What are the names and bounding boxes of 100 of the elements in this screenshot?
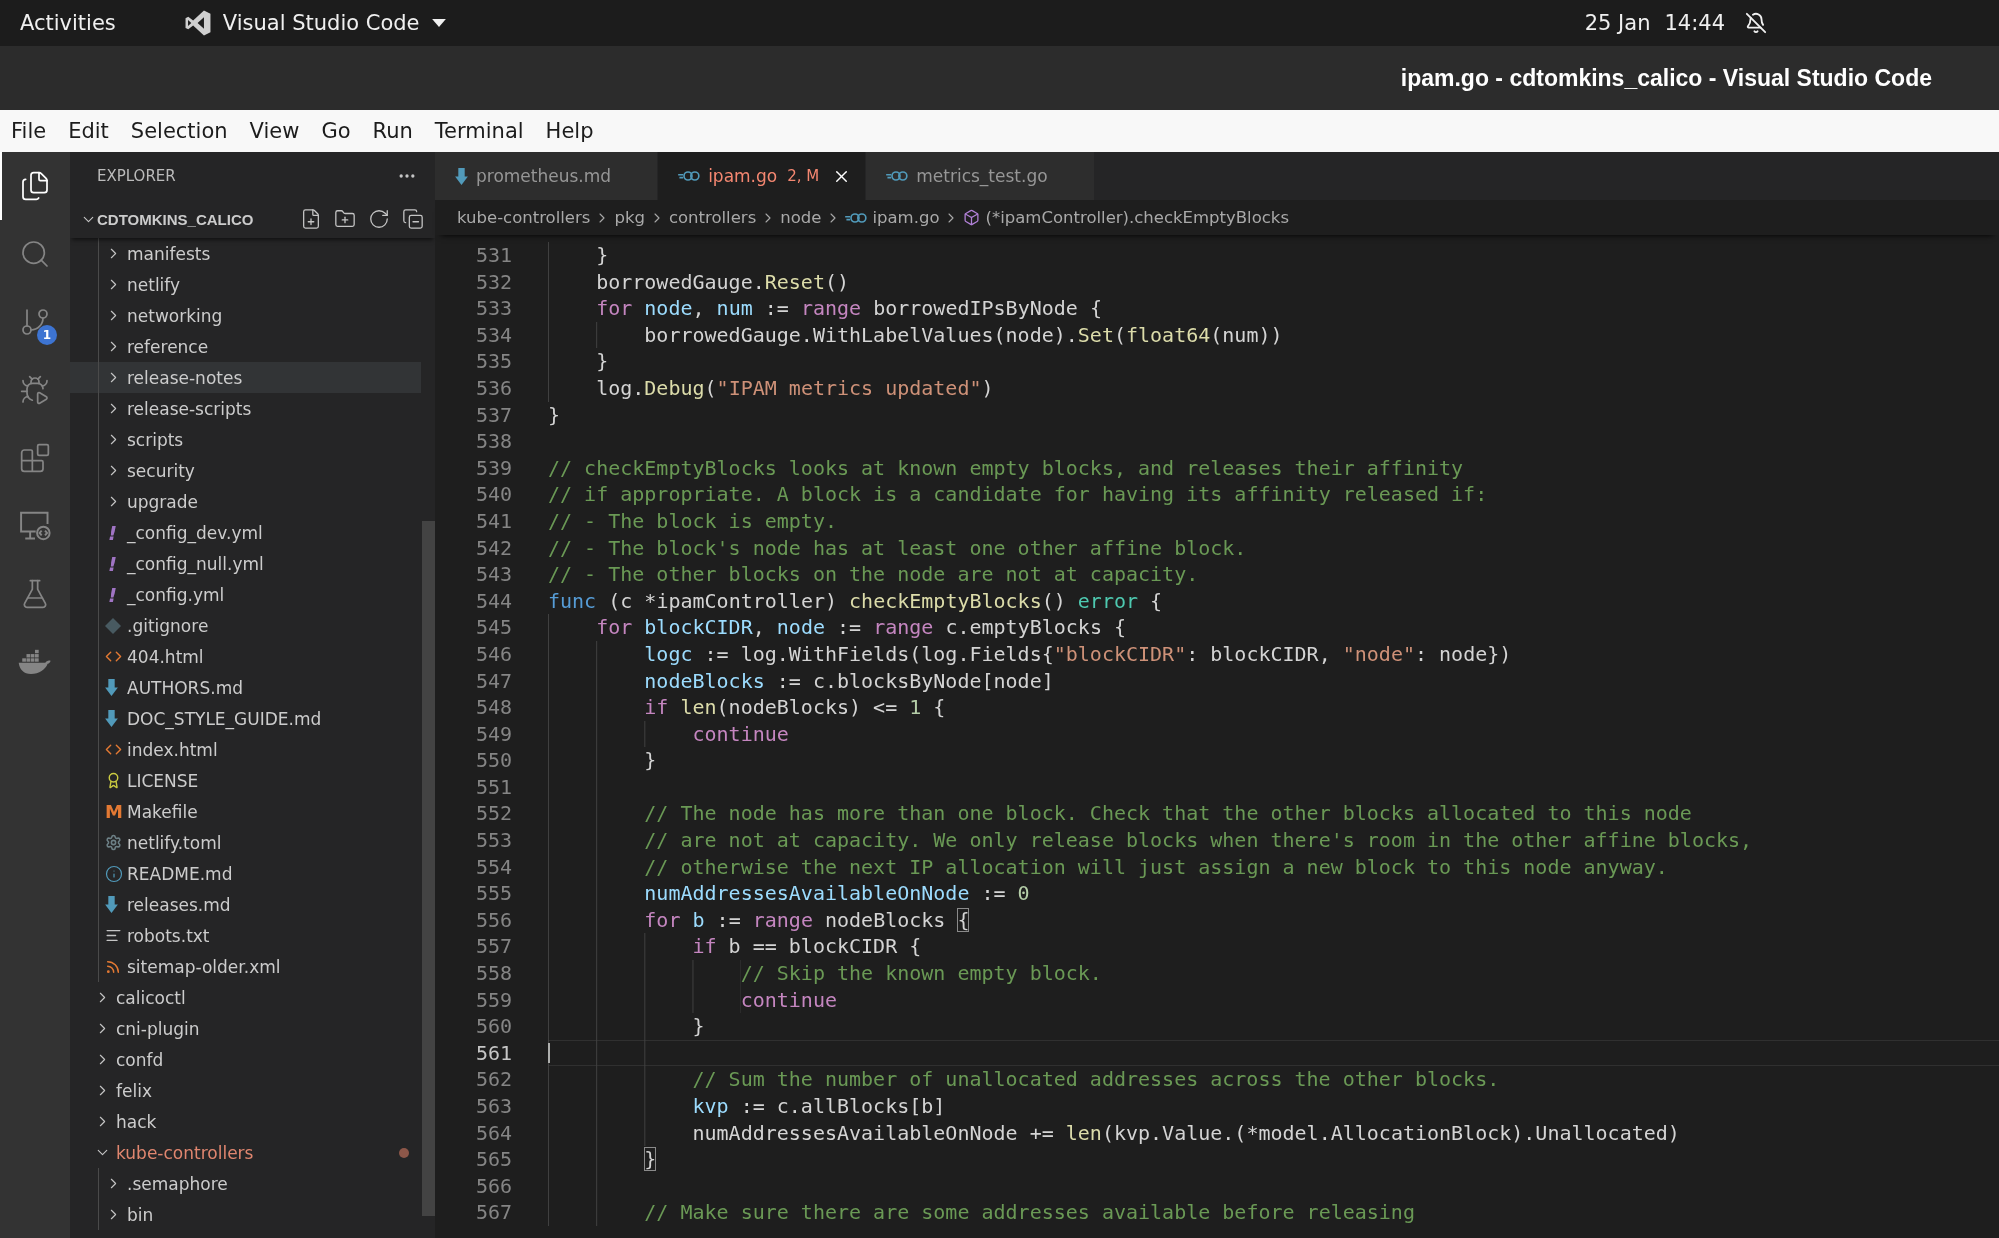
- down-arrow-icon: [105, 710, 118, 727]
- line-number: 567: [474, 1199, 512, 1226]
- clock[interactable]: 25 Jan 14:44: [1584, 0, 1725, 46]
- tree-item[interactable]: index.html: [70, 734, 421, 765]
- menu-item[interactable]: Edit: [57, 110, 120, 152]
- folder-item[interactable]: calicoctl: [70, 982, 421, 1013]
- tree-item[interactable]: M Makefile: [70, 796, 421, 827]
- code-line: for b := range nodeBlocks {: [644, 906, 970, 934]
- new-file-icon[interactable]: [300, 208, 322, 230]
- line-number: 540: [474, 481, 512, 508]
- folder-item[interactable]: upgrade: [70, 486, 421, 517]
- menu-item[interactable]: Help: [534, 110, 605, 152]
- tree-item[interactable]: LICENSE: [70, 765, 421, 796]
- folder-header[interactable]: CDTOMKINS_CALICO: [70, 200, 300, 238]
- code-line: for node, num := range borrowedIPsByNode {: [596, 295, 1102, 322]
- new-folder-icon[interactable]: [334, 208, 356, 230]
- breadcrumb-item[interactable]: pkg: [614, 208, 645, 227]
- tree-item[interactable]: AUTHORS.md: [70, 672, 421, 703]
- sidebar-title: EXPLORER: [97, 167, 176, 185]
- tree-item[interactable]: sitemap-older.xml: [70, 951, 421, 982]
- code-line: // checkEmptyBlocks looks at known empty blocks, and releases their affinity: [548, 454, 1464, 482]
- folder-item[interactable]: felix: [70, 1075, 421, 1106]
- breadcrumb-item[interactable]: kube-controllers: [457, 208, 591, 227]
- breadcrumb-item[interactable]: controllers: [668, 208, 757, 227]
- folder-item[interactable]: networking: [70, 300, 421, 331]
- diamond-icon: [105, 617, 121, 634]
- tree-item[interactable]: README.md: [70, 858, 421, 889]
- tree-item[interactable]: 404.html: [70, 641, 421, 672]
- menu-item[interactable]: View: [238, 110, 311, 152]
- code-line: }: [692, 1013, 705, 1040]
- folder-item[interactable]: netlify: [70, 269, 421, 300]
- breadcrumb-item[interactable]: (*ipamController).checkEmptyBlocks: [963, 208, 1289, 227]
- gear-icon: [105, 834, 122, 851]
- activities-button[interactable]: Activities: [0, 0, 136, 46]
- scrollbar-thumb[interactable]: [422, 521, 435, 1216]
- down-arrow-icon: [105, 896, 118, 913]
- code-line: // if appropriate. A block is a candidate for having its affinity released if:: [548, 481, 1488, 508]
- code-line: numAddressesAvailableOnNode += len(kvp.Value.(*model.AllocationBlock).Unallocated): [692, 1119, 1680, 1147]
- line-number: 565: [474, 1146, 512, 1173]
- tree-item[interactable]: ! _config.yml: [70, 579, 421, 610]
- folder-item[interactable]: bin: [70, 1199, 421, 1230]
- rings-icon: [678, 171, 701, 181]
- folder-item[interactable]: scripts: [70, 424, 421, 455]
- line-number: 535: [474, 348, 512, 375]
- branch-icon: [19, 306, 51, 338]
- menu-item[interactable]: Run: [361, 110, 424, 152]
- code-line: for blockCIDR, node := range c.emptyBlocks {: [596, 614, 1126, 641]
- tree-item[interactable]: ! _config_dev.yml: [70, 517, 421, 548]
- line-number: 546: [474, 640, 512, 668]
- down-arrow-icon: [105, 679, 118, 696]
- code-line: // - The block is empty.: [548, 507, 837, 535]
- tree-item[interactable]: DOC_STYLE_GUIDE.md: [70, 703, 421, 734]
- folder-item[interactable]: reference: [70, 331, 421, 362]
- line-number: 566: [474, 1172, 512, 1200]
- app-menu[interactable]: Visual Studio Code: [184, 0, 446, 46]
- code-line: // - The other blocks on the node are not at capacity.: [548, 561, 1199, 588]
- code-line: func (c *ipamController) checkEmptyBlocks() error {: [548, 587, 1163, 615]
- folder-item[interactable]: release-notes: [70, 362, 421, 393]
- breadcrumb-item[interactable]: node: [780, 208, 822, 227]
- folder-item[interactable]: hack: [70, 1106, 421, 1137]
- menu-item[interactable]: File: [0, 110, 58, 152]
- folder-item[interactable]: cni-plugin: [70, 1013, 421, 1044]
- line-number: 533: [474, 295, 512, 322]
- tree-item[interactable]: releases.md: [70, 889, 421, 920]
- folder-item[interactable]: manifests: [70, 238, 421, 269]
- code-line: continue: [740, 986, 837, 1014]
- folder-item[interactable]: security: [70, 455, 421, 486]
- source-control-button[interactable]: 1: [0, 288, 70, 356]
- refresh-icon[interactable]: [368, 208, 390, 230]
- line-number: 542: [474, 534, 512, 562]
- breadcrumb-item[interactable]: ipam.go: [845, 208, 940, 227]
- bug-play-icon: [19, 374, 51, 406]
- rings-icon: [886, 171, 909, 181]
- folder-item[interactable]: release-scripts: [70, 393, 421, 424]
- line-number: 560: [474, 1013, 512, 1040]
- code-line: // - The block's node has at least one other affine block.: [548, 534, 1247, 562]
- folder-item[interactable]: .semaphore: [70, 1168, 421, 1199]
- tree-item[interactable]: netlify.toml: [70, 827, 421, 858]
- monitor-icon: [19, 510, 51, 542]
- tree-item[interactable]: .gitignore: [70, 610, 421, 641]
- code-line: // otherwise the next IP allocation will just assign a new block to this node anyway.: [644, 853, 1668, 881]
- code-line: // Skip the known empty block.: [740, 960, 1102, 987]
- collapse-all-icon[interactable]: [402, 208, 424, 230]
- tab[interactable]: metrics_test.go: [866, 152, 1095, 200]
- rings-icon: [845, 212, 868, 223]
- text-lines-icon: [105, 927, 122, 944]
- line-number: 555: [474, 880, 512, 907]
- tab[interactable]: ipam.go 2, M: [658, 152, 867, 200]
- menu-item[interactable]: Terminal: [423, 110, 535, 152]
- tree-item[interactable]: ! _config_null.yml: [70, 548, 421, 579]
- menu-item[interactable]: Go: [310, 110, 362, 152]
- line-number: 538: [474, 428, 512, 455]
- menu-item[interactable]: Selection: [119, 110, 239, 152]
- tree-item[interactable]: robots.txt: [70, 920, 421, 951]
- bell-off-icon[interactable]: [1745, 12, 1767, 34]
- code-line: if b == blockCIDR {: [692, 933, 922, 961]
- folder-item[interactable]: confd: [70, 1044, 421, 1075]
- line-number: 564: [474, 1119, 512, 1147]
- tab[interactable]: prometheus.md: [435, 152, 659, 200]
- folder-item[interactable]: kube-controllers: [70, 1137, 421, 1168]
